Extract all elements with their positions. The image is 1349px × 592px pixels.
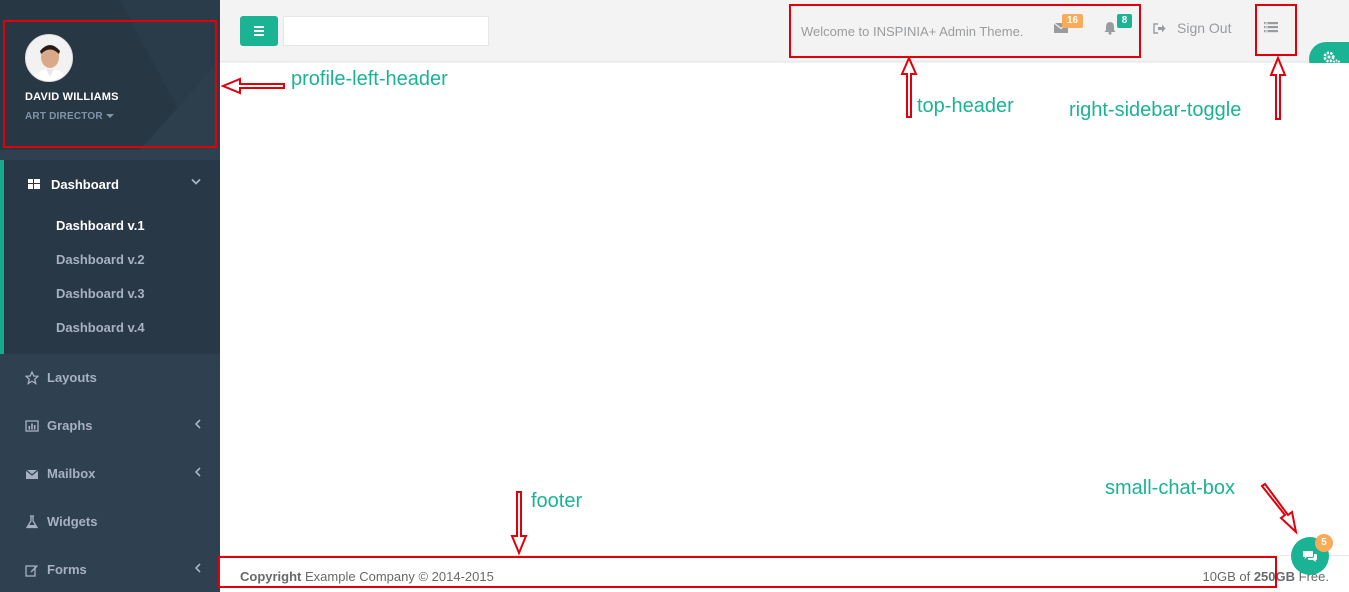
sidebar-item-forms-label: Forms — [47, 562, 87, 577]
sidebar-item-layouts-label: Layouts — [47, 370, 97, 385]
annotation-label-profile: profile-left-header — [291, 68, 448, 90]
menu-icon-bar — [254, 26, 264, 28]
chevron-left-icon — [194, 419, 201, 429]
menu-icon-bar — [254, 30, 264, 32]
annotation-box-footer — [218, 556, 1277, 588]
flask-icon — [25, 515, 39, 529]
annotation-box-profile — [3, 20, 217, 148]
annotation-label-right-toggle: right-sidebar-toggle — [1069, 99, 1242, 121]
sidebar-item-graphs[interactable]: Graphs — [0, 402, 220, 450]
bar-chart-icon — [25, 420, 39, 432]
sidebar-item-dashboard-label: Dashboard — [51, 177, 119, 192]
sidebar-subitem-dashboard-v1[interactable]: Dashboard v.1 — [56, 218, 145, 233]
chevron-left-icon — [194, 467, 201, 477]
search-input[interactable] — [283, 16, 489, 46]
sidebar-subitem-dashboard-v2[interactable]: Dashboard v.2 — [56, 252, 145, 267]
annotation-box-top-header — [789, 4, 1141, 58]
edit-icon — [25, 565, 38, 577]
sidebar-item-graphs-label: Graphs — [47, 418, 93, 433]
comments-icon — [1303, 551, 1317, 562]
annotation-label-top-header: top-header — [917, 95, 1014, 117]
top-header: Welcome to INSPINIA+ Admin Theme. 16 8 S… — [220, 0, 1349, 62]
menu-icon-bar — [254, 34, 264, 36]
sidebar-subitem-dashboard-v4[interactable]: Dashboard v.4 — [56, 320, 145, 335]
sidebar-subitem-dashboard-v3[interactable]: Dashboard v.3 — [56, 286, 145, 301]
chevron-left-icon — [194, 563, 201, 573]
th-large-icon — [28, 179, 40, 189]
annotation-label-footer: footer — [531, 490, 583, 512]
sidebar-item-layouts[interactable]: Layouts — [0, 354, 220, 402]
envelope-icon — [25, 469, 39, 479]
chevron-down-icon — [191, 178, 201, 185]
sign-out-link[interactable]: Sign Out — [1177, 20, 1231, 36]
chat-count-badge: 5 — [1315, 534, 1333, 552]
star-icon — [25, 371, 39, 385]
sidebar-toggle-button[interactable] — [240, 16, 278, 46]
sidebar-item-mailbox[interactable]: Mailbox — [0, 450, 220, 498]
sidebar-item-widgets-label: Widgets — [47, 514, 98, 529]
sign-out-icon — [1153, 23, 1166, 34]
annotation-label-chat: small-chat-box — [1105, 477, 1236, 499]
sidebar-item-mailbox-label: Mailbox — [47, 466, 96, 481]
sidebar-item-widgets[interactable]: Widgets — [0, 498, 220, 546]
annotation-box-right-toggle — [1255, 4, 1297, 56]
sidebar-item-forms[interactable]: Forms — [0, 546, 220, 592]
sidebar-section-dashboard: Dashboard Dashboard v.1 Dashboard v.2 Da… — [0, 160, 220, 354]
